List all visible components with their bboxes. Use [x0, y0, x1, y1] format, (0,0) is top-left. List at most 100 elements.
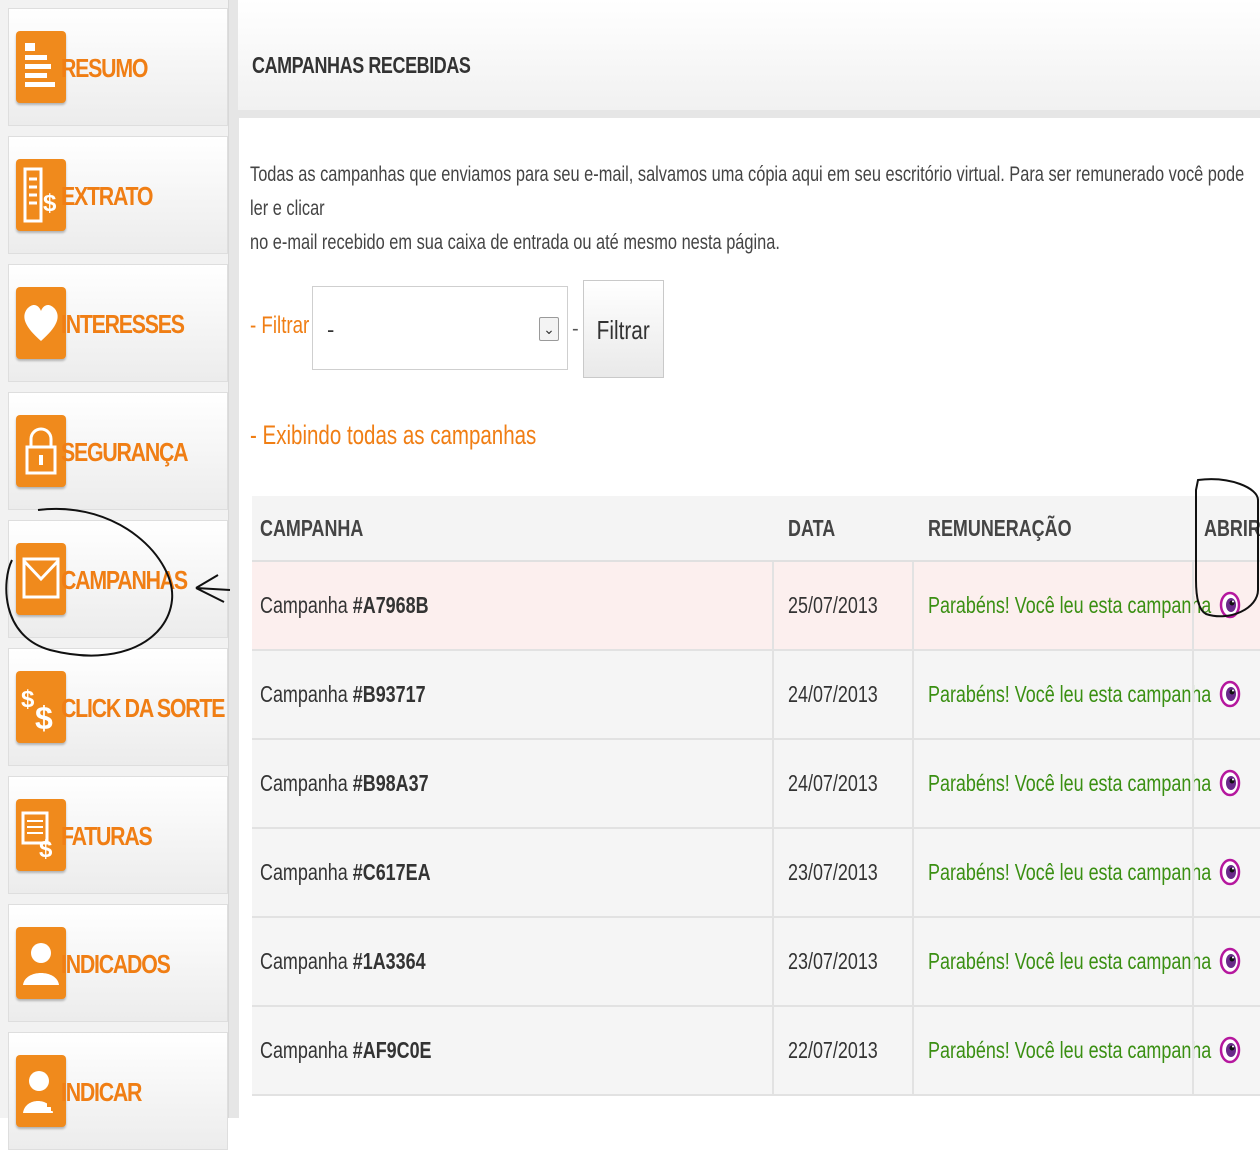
column-divider	[772, 740, 774, 827]
sidebar-item-extrato[interactable]: $ EXTRATO	[8, 136, 228, 254]
column-divider	[772, 918, 774, 1005]
campaign-cell: Campanha #1A3364	[260, 918, 426, 1005]
reward-status-cell: Parabéns! Você leu esta campanha	[928, 948, 1212, 974]
date-cell: 24/07/2013	[788, 681, 878, 707]
sidebar-item-interesses[interactable]: INTERESSES	[8, 264, 228, 382]
sidebar-item-label: INTERESSES	[61, 309, 185, 339]
column-divider	[1192, 918, 1194, 1005]
column-divider	[772, 829, 774, 916]
intro-line-1: Todas as campanhas que enviamos para seu…	[250, 163, 1245, 220]
sidebar-item-indicados[interactable]: INDICADOS	[8, 904, 228, 1022]
campaign-cell: Campanha #B98A37	[260, 740, 429, 827]
column-divider	[772, 1007, 774, 1094]
column-header-data: DATA	[788, 515, 836, 541]
envelope-icon	[16, 543, 66, 615]
table-header: CAMPANHA DATA REMUNERAÇÃO ABRIR	[252, 496, 1260, 562]
campaign-prefix: Campanha	[260, 770, 348, 796]
campaign-prefix: Campanha	[260, 859, 348, 885]
table-row: Campanha #1A3364 23/07/2013 Parabéns! Você…	[252, 918, 1260, 1007]
sidebar-divider	[228, 0, 239, 1118]
sidebar-item-label: CLICK DA SORTE	[61, 693, 225, 723]
sidebar-item-label: CAMPANHAS	[61, 565, 188, 595]
filter-select-value: -	[327, 317, 335, 342]
svg-text:$: $	[39, 836, 53, 863]
campaign-code: #C617EA	[352, 859, 431, 885]
filter-button[interactable]: Filtrar	[583, 280, 664, 378]
campaign-cell: Campanha #A7968B	[260, 562, 429, 649]
reward-status-cell: Parabéns! Você leu esta campanha	[928, 681, 1212, 707]
campaign-code: #B93717	[352, 681, 426, 707]
sidebar-item-label: SEGURANÇA	[61, 437, 189, 467]
eye-icon[interactable]	[1218, 857, 1242, 887]
column-divider	[772, 562, 774, 649]
eye-icon[interactable]	[1218, 768, 1242, 798]
sidebar-item-label: RESUMO	[61, 53, 148, 83]
column-divider	[1192, 651, 1194, 738]
campaign-prefix: Campanha	[260, 681, 348, 707]
campaign-prefix: Campanha	[260, 592, 348, 618]
heart-icon	[16, 287, 66, 359]
campaign-cell: Campanha #C617EA	[260, 829, 431, 916]
column-divider	[1192, 1007, 1194, 1094]
campaign-prefix: Campanha	[260, 948, 348, 974]
intro-line-2: no e-mail recebido em sua caixa de entra…	[250, 231, 780, 254]
date-cell: 24/07/2013	[788, 770, 878, 796]
sidebar-item-label: INDICADOS	[61, 949, 171, 979]
svg-text:$: $	[43, 190, 57, 217]
column-divider	[912, 562, 914, 649]
filter-select[interactable]: - ⌄	[312, 286, 568, 370]
eye-icon[interactable]	[1218, 946, 1242, 976]
sidebar: RESUMO $ EXTRATO INTERESSES SEGURANÇA CA…	[0, 0, 238, 1150]
sidebar-item-label: FATURAS	[61, 821, 153, 851]
sidebar-item-resumo[interactable]: RESUMO	[8, 8, 228, 126]
svg-text:$: $	[21, 686, 35, 713]
column-divider	[912, 918, 914, 1005]
intro-text: Todas as campanhas que enviamos para seu…	[250, 158, 1256, 260]
eye-icon[interactable]	[1218, 1035, 1242, 1065]
showing-label: - Exibindo todas as campanhas	[250, 420, 537, 450]
statement-dollar-icon: $	[16, 159, 66, 231]
campaign-prefix: Campanha	[260, 1037, 348, 1063]
column-divider	[1192, 562, 1194, 649]
column-divider	[912, 829, 914, 916]
sidebar-item-click-da-sorte[interactable]: $ $ CLICK DA SORTE	[8, 648, 228, 766]
reward-status-cell: Parabéns! Você leu esta campanha	[928, 859, 1212, 885]
column-divider	[912, 1007, 914, 1094]
column-divider	[912, 651, 914, 738]
campaign-code: #A7968B	[352, 592, 429, 618]
table-row: Campanha #B93717 24/07/2013 Parabéns! Você…	[252, 651, 1260, 740]
column-divider	[912, 740, 914, 827]
column-header-campanha: CAMPANHA	[260, 515, 364, 541]
column-divider	[772, 651, 774, 738]
campaign-code: #1A3364	[352, 948, 426, 974]
column-header-abrir: ABRIR	[1204, 515, 1260, 541]
sidebar-item-seguranca[interactable]: SEGURANÇA	[8, 392, 228, 510]
table-row: Campanha #AF9C0E 22/07/2013 Parabéns! Você…	[252, 1007, 1260, 1096]
column-divider	[1192, 829, 1194, 916]
sidebar-item-faturas[interactable]: $ FATURAS	[8, 776, 228, 894]
filter-button-label: Filtrar	[596, 315, 651, 345]
date-cell: 23/07/2013	[788, 948, 878, 974]
campaign-cell: Campanha #B93717	[260, 651, 426, 738]
user-icon	[16, 927, 66, 999]
chevron-down-icon[interactable]: ⌄	[539, 317, 559, 341]
add-user-icon	[16, 1055, 66, 1127]
eye-icon[interactable]	[1218, 679, 1242, 709]
sidebar-item-indicar[interactable]: INDICAR	[8, 1032, 228, 1150]
campaign-code: #AF9C0E	[352, 1037, 432, 1063]
page-header: CAMPANHAS RECEBIDAS	[238, 0, 1260, 118]
page-title: CAMPANHAS RECEBIDAS	[252, 52, 471, 78]
reward-status-cell: Parabéns! Você leu esta campanha	[928, 1037, 1212, 1063]
filter-label: - Filtrar	[250, 312, 310, 339]
lock-icon	[16, 415, 66, 487]
campaigns-table: CAMPANHA DATA REMUNERAÇÃO ABRIR Campanha…	[252, 496, 1260, 1096]
campaign-cell: Campanha #AF9C0E	[260, 1007, 432, 1094]
document-list-icon	[16, 31, 66, 103]
column-divider	[1192, 740, 1194, 827]
sidebar-item-campanhas[interactable]: CAMPANHAS	[8, 520, 228, 638]
campaign-code: #B98A37	[352, 770, 429, 796]
eye-icon[interactable]	[1218, 590, 1242, 620]
reward-status-cell: Parabéns! Você leu esta campanha	[928, 770, 1212, 796]
table-row: Campanha #A7968B 25/07/2013 Parabéns! Você…	[252, 562, 1260, 651]
reward-status-cell: Parabéns! Você leu esta campanha	[928, 592, 1212, 618]
